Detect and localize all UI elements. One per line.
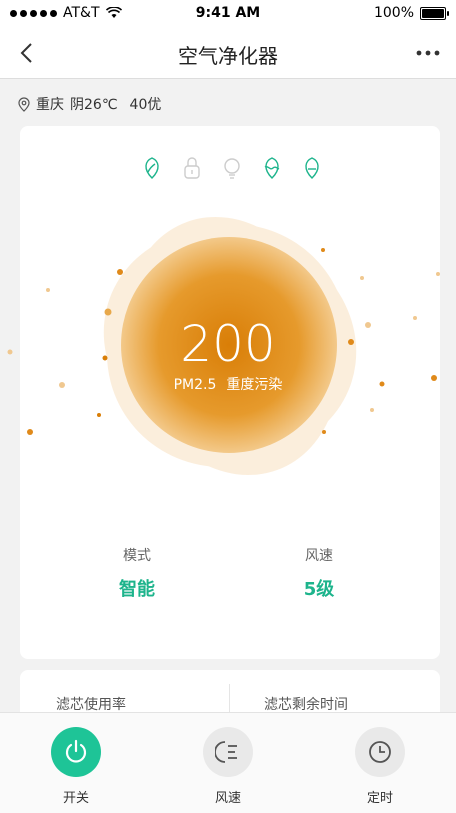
nav-bar: 空气净化器 bbox=[0, 28, 456, 79]
location-aqi: 40优 bbox=[129, 97, 162, 113]
tab-power-label: 开关 bbox=[62, 791, 89, 806]
tab-timer-label: 定时 bbox=[366, 791, 393, 806]
location-weather: 阴26℃ bbox=[70, 97, 118, 113]
tab-power[interactable]: 开关 bbox=[36, 727, 116, 806]
pollution-level: 重度污染 bbox=[226, 377, 283, 393]
battery-icon bbox=[420, 6, 449, 20]
tab-bar: 开关 风速 定时 bbox=[0, 712, 456, 813]
minus-leaf-icon[interactable] bbox=[300, 156, 324, 180]
mode-label: 模式 bbox=[123, 548, 151, 564]
tab-timer[interactable]: 定时 bbox=[340, 727, 420, 806]
speed-label: 风速 bbox=[305, 548, 333, 564]
page-title: 空气净化器 bbox=[178, 44, 278, 68]
pm25-metric: PM2.5 bbox=[173, 377, 217, 393]
clock-icon bbox=[369, 741, 391, 763]
battery-percent: 100% bbox=[373, 5, 414, 21]
speed-stat[interactable]: 风速 5级 bbox=[239, 545, 399, 601]
speed-value: 5级 bbox=[303, 579, 335, 600]
pm25-reading: 200 PM2.5 重度污染 bbox=[100, 316, 356, 394]
lock-icon[interactable] bbox=[180, 156, 204, 180]
mode-value: 智能 bbox=[119, 579, 155, 600]
tab-fan-speed[interactable]: 风速 bbox=[188, 727, 268, 806]
location-bar: 重庆 阴26℃ 40优 bbox=[18, 94, 161, 114]
power-icon bbox=[65, 739, 87, 763]
battery-group: 100% bbox=[373, 5, 449, 21]
fan-speed-icon bbox=[215, 741, 237, 763]
location-city: 重庆 bbox=[36, 97, 64, 113]
tab-fan-speed-label: 风速 bbox=[214, 791, 241, 806]
leaf-icon[interactable] bbox=[140, 156, 164, 180]
pm25-value: 200 bbox=[180, 315, 276, 373]
mode-icon-row bbox=[140, 156, 324, 180]
timer-button[interactable] bbox=[355, 727, 405, 777]
location-pin-icon bbox=[18, 96, 30, 112]
bulb-icon[interactable] bbox=[220, 156, 244, 180]
power-button[interactable] bbox=[51, 727, 101, 777]
status-bar: AT&T 9:41 AM 100% bbox=[0, 0, 456, 28]
fan-speed-button[interactable] bbox=[203, 727, 253, 777]
mode-stat[interactable]: 模式 智能 bbox=[57, 545, 217, 601]
more-icon[interactable] bbox=[414, 42, 442, 64]
filter-usage-label: 滤芯使用率 bbox=[56, 697, 126, 713]
filter-remaining-label: 滤芯剩余时间 bbox=[264, 697, 348, 713]
pm25-caption: PM2.5 重度污染 bbox=[100, 374, 356, 394]
wave-leaf-icon[interactable] bbox=[260, 156, 284, 180]
